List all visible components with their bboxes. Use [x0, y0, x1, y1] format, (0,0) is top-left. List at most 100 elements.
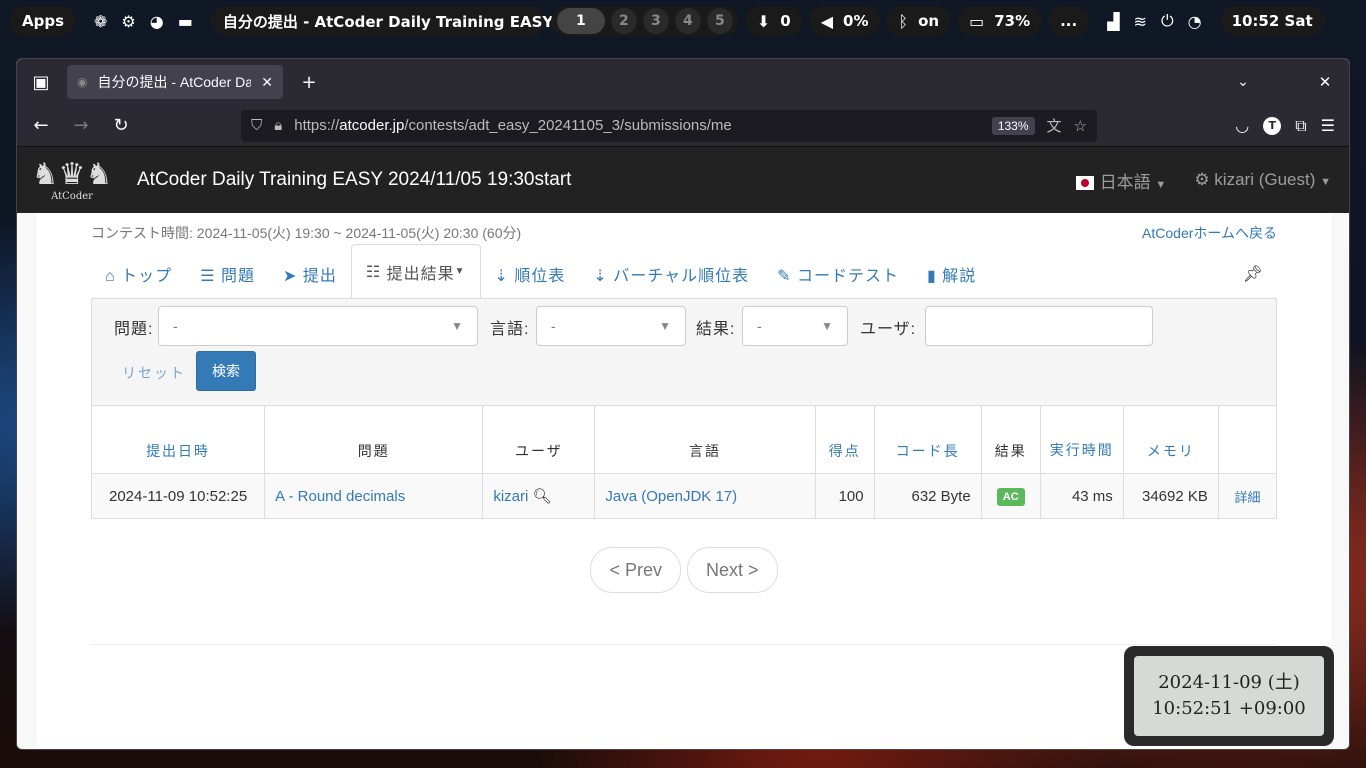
- language-select[interactable]: - ▼: [536, 306, 686, 346]
- detail-link[interactable]: 詳細: [1234, 490, 1260, 505]
- browser-icon[interactable]: ◕: [150, 12, 164, 31]
- lock-icon[interactable]: 🔒︎: [274, 117, 282, 134]
- user-filter-label: ユーザ:: [860, 321, 917, 338]
- browser-tab[interactable]: ◉ 自分の提出 - AtCoder Da ✕: [67, 65, 283, 99]
- active-window-title[interactable]: 自分の提出 - AtCoder Daily Training EASY 2...: [210, 6, 586, 36]
- translate-icon[interactable]: 文: [1047, 115, 1062, 136]
- chatgpt-icon[interactable]: ❁: [94, 12, 107, 31]
- more-button[interactable]: ...: [1048, 6, 1090, 36]
- toolbar-right: ◡ T ⧉ ☰: [1235, 116, 1341, 136]
- shield-icon[interactable]: ⛉: [251, 117, 262, 134]
- desktop-clock-widget: 2024-11-09 (土) 10:52:51 +09:00: [1124, 646, 1334, 746]
- stats-icon[interactable]: ▟: [1107, 12, 1119, 31]
- battery-indicator[interactable]: ▭ 73%: [957, 6, 1043, 36]
- pagination: < Prev Next >: [91, 547, 1277, 593]
- caret-down-icon: ▼: [821, 319, 833, 333]
- volume-value: 0%: [843, 12, 869, 30]
- divider: [91, 644, 1277, 645]
- workspace-4[interactable]: 4: [674, 8, 701, 34]
- bluetooth-indicator[interactable]: ᛒ on: [886, 6, 952, 36]
- caret-down-icon: ▼: [659, 319, 671, 333]
- result-select-value: -: [757, 318, 762, 334]
- user-label: kizari (Guest): [1214, 170, 1316, 189]
- menu-icon[interactable]: ☰: [1321, 116, 1335, 135]
- reload-icon[interactable]: ↻: [105, 110, 137, 142]
- apps-label: Apps: [22, 12, 65, 30]
- close-tab-icon[interactable]: ✕: [261, 74, 273, 91]
- cell-memory: 34692 KB: [1122, 473, 1219, 519]
- search-button[interactable]: 検索: [196, 351, 256, 391]
- cell-code-length: 632 Byte: [873, 473, 982, 519]
- workspace-2[interactable]: 2: [610, 8, 637, 34]
- apps-button[interactable]: Apps: [10, 6, 77, 36]
- download-icon: ⬇: [756, 11, 771, 31]
- tab-favicon-icon: ◉: [77, 75, 88, 89]
- tab-virtual-standings[interactable]: ⇣ バーチャル順位表: [579, 262, 763, 298]
- folder-icon[interactable]: ▬: [178, 12, 193, 31]
- header-problem: 問題: [264, 405, 484, 474]
- tab-editorial[interactable]: ▮ 解説: [913, 262, 990, 298]
- tab-custom-test[interactable]: ✎ コードテスト: [763, 262, 913, 298]
- account-icon[interactable]: T: [1263, 116, 1282, 135]
- language-dropdown[interactable]: 日本語 ▼: [1075, 168, 1166, 193]
- forward-icon[interactable]: →: [65, 110, 97, 142]
- tab-standings[interactable]: ⇣ 順位表: [481, 262, 580, 298]
- user-input[interactable]: [925, 306, 1153, 346]
- tab-submissions[interactable]: ☷ 提出結果 ▼: [350, 244, 481, 298]
- atcoder-logo[interactable]: ♞♛♞ AtCoder: [32, 147, 113, 213]
- user-link[interactable]: kizari: [493, 488, 528, 505]
- downloads-indicator[interactable]: ⬇ 0: [744, 6, 803, 36]
- header-memory[interactable]: メモリ: [1122, 405, 1219, 474]
- contest-title[interactable]: AtCoder Daily Training EASY 2024/11/05 1…: [137, 169, 571, 191]
- tab-overview-icon[interactable]: ▣: [25, 66, 57, 98]
- tab-submit[interactable]: ➤ 提出: [269, 262, 351, 298]
- cell-exec-time: 43 ms: [1039, 473, 1124, 519]
- caret-down-icon: ▼: [451, 319, 463, 333]
- header-exec-time[interactable]: 実行時間: [1039, 405, 1124, 474]
- workspace-3[interactable]: 3: [642, 8, 669, 34]
- workspace-1[interactable]: 1: [556, 8, 605, 34]
- tab-top[interactable]: ⌂ トップ: [91, 262, 186, 298]
- home-link[interactable]: AtCoderホームへ戻る: [1142, 223, 1277, 243]
- zoom-level[interactable]: 133%: [991, 116, 1035, 135]
- contest-timeline: コンテスト時間: 2024-11-05(火) 19:30 ~ 2024-11-0…: [91, 223, 1277, 243]
- gear-icon: ⚙: [1194, 170, 1210, 189]
- bookmark-star-icon[interactable]: ☆: [1074, 117, 1087, 135]
- close-window-icon[interactable]: ✕: [1309, 66, 1341, 98]
- session-icon[interactable]: ◔: [1188, 12, 1202, 31]
- extensions-icon[interactable]: ⧉: [1295, 116, 1306, 136]
- chevron-down-icon[interactable]: ⌄: [1227, 66, 1259, 98]
- power-icon[interactable]: ⏻: [1161, 11, 1174, 31]
- volume-indicator[interactable]: ◀ 0%: [808, 6, 881, 36]
- reset-button[interactable]: リセット: [122, 363, 186, 383]
- pocket-icon[interactable]: ◡: [1235, 116, 1249, 135]
- problem-select-value: -: [173, 318, 178, 334]
- status-badge: AC: [996, 487, 1025, 506]
- problem-link[interactable]: A - Round decimals: [275, 488, 405, 505]
- workspace-switcher: 1 2 3 4 5: [550, 6, 739, 36]
- tab-tasks[interactable]: ☰ 問題: [186, 262, 269, 298]
- table-row: 2024-11-09 10:52:25 A - Round decimals k…: [90, 473, 1278, 519]
- prev-button[interactable]: < Prev: [590, 547, 681, 593]
- url-bar[interactable]: ⛉ 🔒︎ https://atcoder.jp/contests/adt_eas…: [241, 109, 1097, 142]
- pin-icon[interactable]: 📌︎: [1229, 264, 1277, 298]
- user-dropdown[interactable]: ⚙ kizari (Guest) ▼: [1194, 170, 1331, 190]
- caret-down-icon: ▼: [1320, 176, 1331, 188]
- next-button[interactable]: Next >: [687, 547, 778, 593]
- problem-select[interactable]: - ▼: [158, 306, 478, 346]
- language-link[interactable]: Java (OpenJDK 17): [605, 488, 737, 505]
- workspace-5[interactable]: 5: [706, 8, 733, 34]
- header-submit-time[interactable]: 提出日時: [90, 405, 266, 474]
- layers-icon[interactable]: ≋: [1134, 12, 1147, 31]
- result-select[interactable]: - ▼: [742, 306, 848, 346]
- cell-language: Java (OpenJDK 17): [594, 473, 816, 519]
- home-icon: ⌂: [105, 268, 116, 285]
- system-clock[interactable]: 10:52 Sat: [1219, 6, 1325, 36]
- gear-icon[interactable]: ⚙: [121, 12, 135, 31]
- speaker-icon: ◀: [820, 11, 834, 31]
- new-tab-button[interactable]: +: [293, 66, 325, 98]
- header-code-length[interactable]: コード長: [873, 405, 982, 474]
- search-icon[interactable]: 🔍︎: [533, 488, 552, 505]
- back-icon[interactable]: ←: [25, 110, 57, 142]
- header-score[interactable]: 得点: [814, 405, 875, 474]
